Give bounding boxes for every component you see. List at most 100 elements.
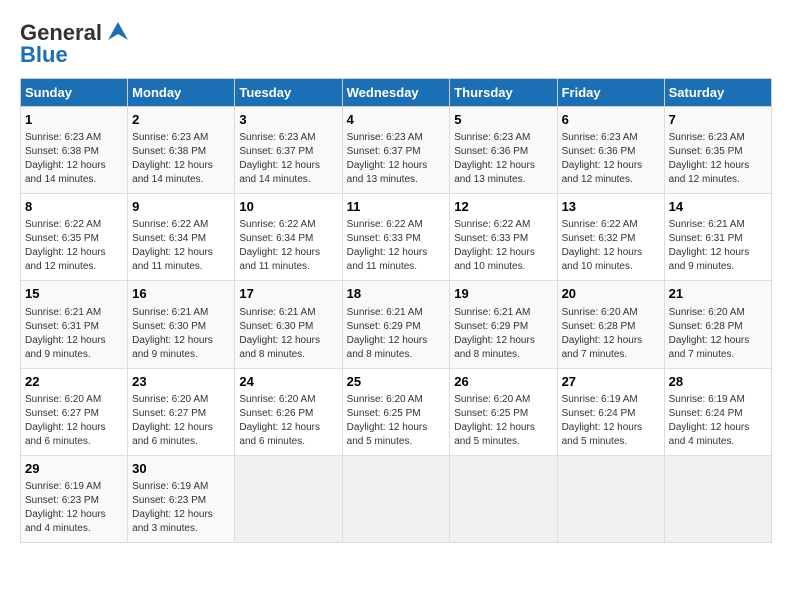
- day-info: Sunrise: 6:23 AM Sunset: 6:35 PM Dayligh…: [669, 131, 767, 187]
- day-number: 16: [132, 285, 230, 303]
- day-info: Sunrise: 6:20 AM Sunset: 6:25 PM Dayligh…: [454, 393, 552, 449]
- calendar-cell: 16Sunrise: 6:21 AM Sunset: 6:30 PM Dayli…: [128, 281, 235, 368]
- calendar-cell: 22Sunrise: 6:20 AM Sunset: 6:27 PM Dayli…: [21, 368, 128, 455]
- day-info: Sunrise: 6:21 AM Sunset: 6:31 PM Dayligh…: [25, 306, 123, 362]
- day-number: 15: [25, 285, 123, 303]
- day-info: Sunrise: 6:20 AM Sunset: 6:26 PM Dayligh…: [239, 393, 337, 449]
- calendar-cell: 24Sunrise: 6:20 AM Sunset: 6:26 PM Dayli…: [235, 368, 342, 455]
- day-number: 8: [25, 198, 123, 216]
- calendar-cell: 30 Sunrise: 6:19 AM Sunset: 6:23 PM Dayli…: [128, 455, 235, 542]
- calendar-cell: 8 Sunrise: 6:22 AM Sunset: 6:35 PM Daylig…: [21, 194, 128, 281]
- day-number: 7: [669, 111, 767, 129]
- calendar-cell: 1 Sunrise: 6:23 AM Sunset: 6:38 PM Daylig…: [21, 107, 128, 194]
- day-info: Sunrise: 6:22 AM Sunset: 6:34 PM Dayligh…: [132, 218, 230, 274]
- calendar-cell: 14 Sunrise: 6:21 AM Sunset: 6:31 PM Dayli…: [664, 194, 771, 281]
- calendar-cell: [342, 455, 450, 542]
- day-info: Sunrise: 6:22 AM Sunset: 6:33 PM Dayligh…: [347, 218, 446, 274]
- day-number: 5: [454, 111, 552, 129]
- day-number: 12: [454, 198, 552, 216]
- day-number: 10: [239, 198, 337, 216]
- calendar-cell: [450, 455, 557, 542]
- calendar-cell: 10 Sunrise: 6:22 AM Sunset: 6:34 PM Dayli…: [235, 194, 342, 281]
- day-info: Sunrise: 6:19 AM Sunset: 6:23 PM Dayligh…: [25, 480, 123, 536]
- calendar-cell: 6 Sunrise: 6:23 AM Sunset: 6:36 PM Daylig…: [557, 107, 664, 194]
- calendar-cell: [235, 455, 342, 542]
- day-info: Sunrise: 6:23 AM Sunset: 6:38 PM Dayligh…: [132, 131, 230, 187]
- day-number: 26: [454, 373, 552, 391]
- day-info: Sunrise: 6:23 AM Sunset: 6:36 PM Dayligh…: [454, 131, 552, 187]
- calendar-week-4: 22Sunrise: 6:20 AM Sunset: 6:27 PM Dayli…: [21, 368, 772, 455]
- day-number: 19: [454, 285, 552, 303]
- day-info: Sunrise: 6:20 AM Sunset: 6:27 PM Dayligh…: [25, 393, 123, 449]
- calendar-cell: 26 Sunrise: 6:20 AM Sunset: 6:25 PM Dayli…: [450, 368, 557, 455]
- calendar-week-2: 8 Sunrise: 6:22 AM Sunset: 6:35 PM Daylig…: [21, 194, 772, 281]
- calendar-header-thursday: Thursday: [450, 79, 557, 107]
- calendar-cell: 21 Sunrise: 6:20 AM Sunset: 6:28 PM Dayli…: [664, 281, 771, 368]
- day-info: Sunrise: 6:20 AM Sunset: 6:28 PM Dayligh…: [669, 306, 767, 362]
- day-number: 2: [132, 111, 230, 129]
- logo-bird-icon: [104, 22, 132, 40]
- day-info: Sunrise: 6:20 AM Sunset: 6:27 PM Dayligh…: [132, 393, 230, 449]
- calendar-header-row: SundayMondayTuesdayWednesdayThursdayFrid…: [21, 79, 772, 107]
- calendar-table: SundayMondayTuesdayWednesdayThursdayFrid…: [20, 78, 772, 543]
- calendar-cell: 4Sunrise: 6:23 AM Sunset: 6:37 PM Daylig…: [342, 107, 450, 194]
- calendar-cell: 20Sunrise: 6:20 AM Sunset: 6:28 PM Dayli…: [557, 281, 664, 368]
- calendar-cell: 18 Sunrise: 6:21 AM Sunset: 6:29 PM Dayli…: [342, 281, 450, 368]
- day-info: Sunrise: 6:22 AM Sunset: 6:32 PM Dayligh…: [562, 218, 660, 274]
- day-number: 30: [132, 460, 230, 478]
- calendar-cell: 2 Sunrise: 6:23 AM Sunset: 6:38 PM Daylig…: [128, 107, 235, 194]
- logo-blue: Blue: [20, 42, 68, 68]
- day-number: 27: [562, 373, 660, 391]
- calendar-cell: 29 Sunrise: 6:19 AM Sunset: 6:23 PM Dayli…: [21, 455, 128, 542]
- day-info: Sunrise: 6:23 AM Sunset: 6:37 PM Dayligh…: [239, 131, 337, 187]
- page-header: General Blue: [20, 20, 772, 68]
- day-info: Sunrise: 6:23 AM Sunset: 6:38 PM Dayligh…: [25, 131, 123, 187]
- day-info: Sunrise: 6:22 AM Sunset: 6:34 PM Dayligh…: [239, 218, 337, 274]
- calendar-cell: 3 Sunrise: 6:23 AM Sunset: 6:37 PM Daylig…: [235, 107, 342, 194]
- day-number: 1: [25, 111, 123, 129]
- day-number: 14: [669, 198, 767, 216]
- calendar-header-saturday: Saturday: [664, 79, 771, 107]
- day-number: 18: [347, 285, 446, 303]
- calendar-cell: 28 Sunrise: 6:19 AM Sunset: 6:24 PM Dayli…: [664, 368, 771, 455]
- day-number: 3: [239, 111, 337, 129]
- calendar-cell: 13 Sunrise: 6:22 AM Sunset: 6:32 PM Dayli…: [557, 194, 664, 281]
- calendar-cell: 12 Sunrise: 6:22 AM Sunset: 6:33 PM Dayli…: [450, 194, 557, 281]
- day-info: Sunrise: 6:22 AM Sunset: 6:35 PM Dayligh…: [25, 218, 123, 274]
- calendar-header-sunday: Sunday: [21, 79, 128, 107]
- day-info: Sunrise: 6:21 AM Sunset: 6:29 PM Dayligh…: [347, 306, 446, 362]
- calendar-cell: 11Sunrise: 6:22 AM Sunset: 6:33 PM Dayli…: [342, 194, 450, 281]
- day-info: Sunrise: 6:21 AM Sunset: 6:29 PM Dayligh…: [454, 306, 552, 362]
- day-info: Sunrise: 6:23 AM Sunset: 6:36 PM Dayligh…: [562, 131, 660, 187]
- day-number: 13: [562, 198, 660, 216]
- calendar-cell: 25 Sunrise: 6:20 AM Sunset: 6:25 PM Dayli…: [342, 368, 450, 455]
- calendar-header-monday: Monday: [128, 79, 235, 107]
- calendar-cell: 15 Sunrise: 6:21 AM Sunset: 6:31 PM Dayli…: [21, 281, 128, 368]
- day-number: 25: [347, 373, 446, 391]
- day-info: Sunrise: 6:22 AM Sunset: 6:33 PM Dayligh…: [454, 218, 552, 274]
- day-number: 23: [132, 373, 230, 391]
- calendar-cell: [664, 455, 771, 542]
- logo: General Blue: [20, 20, 132, 68]
- day-info: Sunrise: 6:21 AM Sunset: 6:31 PM Dayligh…: [669, 218, 767, 274]
- calendar-cell: 17Sunrise: 6:21 AM Sunset: 6:30 PM Dayli…: [235, 281, 342, 368]
- calendar-cell: 27 Sunrise: 6:19 AM Sunset: 6:24 PM Dayli…: [557, 368, 664, 455]
- day-number: 28: [669, 373, 767, 391]
- day-info: Sunrise: 6:19 AM Sunset: 6:24 PM Dayligh…: [669, 393, 767, 449]
- day-info: Sunrise: 6:21 AM Sunset: 6:30 PM Dayligh…: [239, 306, 337, 362]
- calendar-week-5: 29 Sunrise: 6:19 AM Sunset: 6:23 PM Dayli…: [21, 455, 772, 542]
- day-info: Sunrise: 6:19 AM Sunset: 6:24 PM Dayligh…: [562, 393, 660, 449]
- calendar-cell: 9Sunrise: 6:22 AM Sunset: 6:34 PM Daylig…: [128, 194, 235, 281]
- day-info: Sunrise: 6:19 AM Sunset: 6:23 PM Dayligh…: [132, 480, 230, 536]
- calendar-header-tuesday: Tuesday: [235, 79, 342, 107]
- calendar-header-wednesday: Wednesday: [342, 79, 450, 107]
- day-info: Sunrise: 6:20 AM Sunset: 6:25 PM Dayligh…: [347, 393, 446, 449]
- calendar-cell: 19 Sunrise: 6:21 AM Sunset: 6:29 PM Dayli…: [450, 281, 557, 368]
- calendar-header-friday: Friday: [557, 79, 664, 107]
- calendar-cell: 23 Sunrise: 6:20 AM Sunset: 6:27 PM Dayli…: [128, 368, 235, 455]
- day-number: 21: [669, 285, 767, 303]
- calendar-cell: 5 Sunrise: 6:23 AM Sunset: 6:36 PM Daylig…: [450, 107, 557, 194]
- day-number: 6: [562, 111, 660, 129]
- day-number: 29: [25, 460, 123, 478]
- day-info: Sunrise: 6:20 AM Sunset: 6:28 PM Dayligh…: [562, 306, 660, 362]
